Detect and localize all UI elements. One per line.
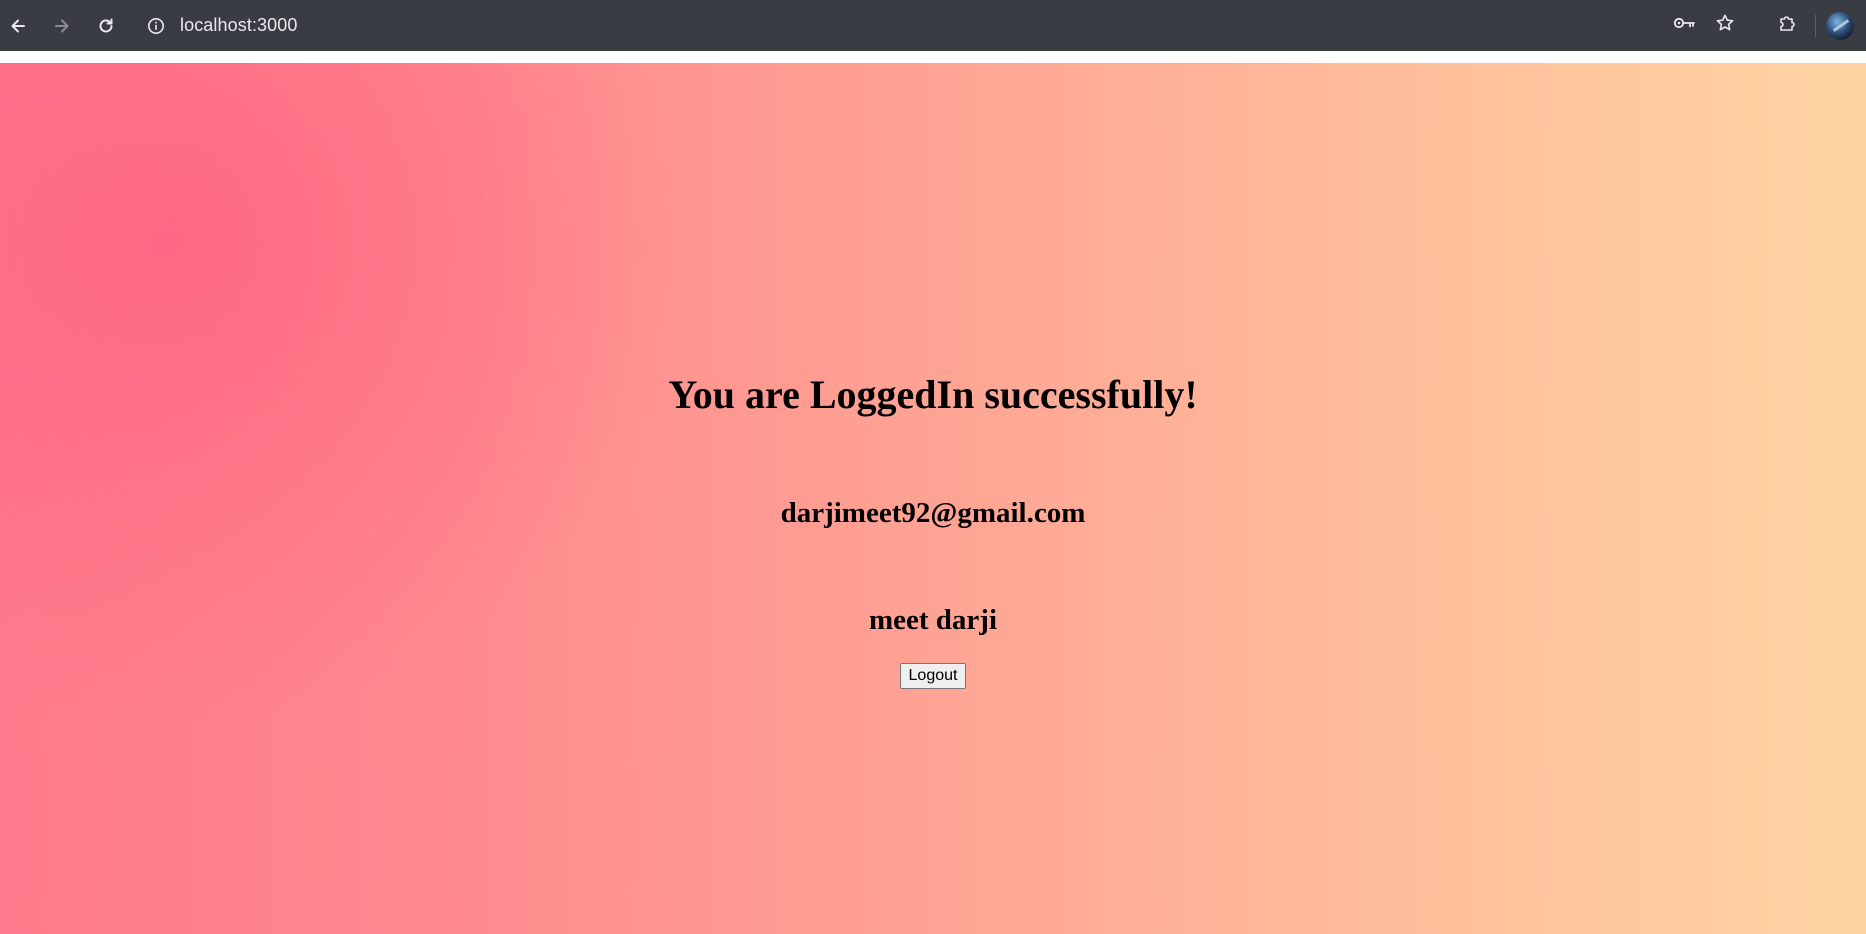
extensions-button[interactable] [1767, 6, 1807, 46]
toolbar-divider [1815, 14, 1816, 37]
user-name: meet darji [868, 604, 998, 636]
browser-toolbar: localhost:3000 [0, 0, 1866, 51]
page-background: You are LoggedIn successfully! darjimeet… [0, 63, 1866, 934]
reload-button[interactable] [84, 4, 128, 48]
tab-strip-gap [0, 51, 1866, 63]
address-bar[interactable]: localhost:3000 [146, 8, 298, 44]
logout-button[interactable]: Logout [899, 663, 967, 689]
logout-container: Logout [0, 663, 1866, 689]
avatar[interactable] [1826, 11, 1854, 40]
url-text: localhost:3000 [180, 15, 298, 35]
info-icon[interactable] [146, 16, 166, 36]
reload-icon [96, 16, 116, 36]
star-icon [1715, 13, 1735, 38]
arrow-left-icon [8, 16, 28, 36]
password-key-button[interactable] [1665, 6, 1705, 46]
toolbar-actions [1665, 0, 1866, 51]
arrow-right-icon [52, 16, 72, 36]
bookmark-button[interactable] [1705, 6, 1745, 46]
puzzle-icon [1777, 13, 1797, 38]
forward-button[interactable] [40, 4, 84, 48]
user-email: darjimeet92@gmail.com [780, 497, 1086, 529]
key-icon [1673, 15, 1697, 36]
back-button[interactable] [0, 4, 40, 48]
page-title: You are LoggedIn successfully! [668, 372, 1198, 417]
